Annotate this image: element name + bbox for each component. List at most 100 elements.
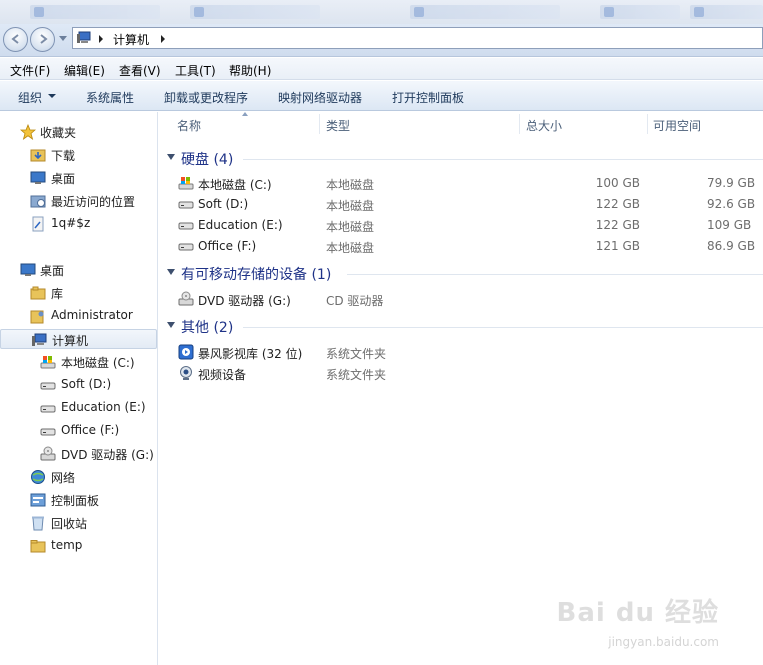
command-bar: 组织 系统属性 卸载或更改程序 映射网络驱动器 打开控制面板 <box>0 81 763 111</box>
chevron-down-icon <box>167 269 175 275</box>
system-drive-icon <box>40 356 56 369</box>
desktop-icon <box>20 263 36 276</box>
nav-link-1q[interactable]: 1q#$z <box>0 214 157 234</box>
group-removable-storage[interactable]: 有可移动存储的设备 (1) <box>159 264 763 284</box>
menu-help[interactable]: 帮助(H) <box>229 62 271 79</box>
column-header-name[interactable]: 名称 <box>177 117 201 134</box>
address-input[interactable]: 计算机 <box>72 27 763 49</box>
group-divider <box>347 274 763 275</box>
nav-network[interactable]: 网络 <box>0 467 157 487</box>
address-bar-row: 计算机 <box>0 24 763 57</box>
column-header-total-size[interactable]: 总大小 <box>526 117 562 134</box>
watermark-url: jingyan.baidu.com <box>608 635 719 649</box>
nav-fav-desktop[interactable]: 桌面 <box>0 168 157 188</box>
recycle-bin-icon <box>32 516 44 531</box>
breadcrumb-chevron-icon[interactable] <box>99 35 103 43</box>
computer-icon <box>77 31 91 43</box>
sort-ascending-icon <box>242 112 248 116</box>
map-network-drive-button[interactable]: 映射网络驱动器 <box>278 89 362 106</box>
media-library-icon <box>178 344 194 360</box>
forward-arrow-icon <box>40 34 48 44</box>
organize-button[interactable]: 组织 <box>18 89 42 106</box>
list-item-video-device[interactable]: 视频设备 系统文件夹 <box>159 363 763 383</box>
drive-row-c[interactable]: 本地磁盘 (C:) 本地磁盘 100 GB 79.9 GB <box>159 173 763 193</box>
navigation-pane: 收藏夹 下载 桌面 最近访问的位置 1q#$z 桌面 库 Administrat… <box>0 112 158 665</box>
drive-row-g[interactable]: DVD 驱动器 (G:) CD 驱动器 <box>159 289 763 309</box>
group-divider <box>243 159 763 160</box>
nav-recycle-bin[interactable]: 回收站 <box>0 513 157 533</box>
nav-computer[interactable]: 计算机 <box>0 329 157 349</box>
nav-administrator[interactable]: Administrator <box>0 306 157 326</box>
library-icon <box>30 286 46 300</box>
group-divider <box>243 327 763 328</box>
control-panel-icon <box>30 493 46 507</box>
group-other[interactable]: 其他 (2) <box>159 317 763 337</box>
nav-temp-folder[interactable]: temp <box>0 536 157 556</box>
computer-icon <box>32 333 47 346</box>
column-resize-handle[interactable] <box>319 114 320 134</box>
breadcrumb-chevron-icon[interactable] <box>161 35 165 43</box>
hard-drive-icon <box>178 243 194 251</box>
group-hard-drives[interactable]: 硬盘 (4) <box>159 149 763 169</box>
baidu-watermark: Bai du 经验 <box>556 598 719 628</box>
open-control-panel-button[interactable]: 打开控制面板 <box>392 89 464 106</box>
chevron-down-icon <box>167 154 175 160</box>
nav-desktop[interactable]: 桌面 <box>0 260 157 280</box>
hard-drive-icon <box>40 428 56 436</box>
column-header-type[interactable]: 类型 <box>326 117 350 134</box>
background-tab <box>410 5 560 19</box>
desktop-icon <box>30 171 46 184</box>
hard-drive-icon <box>40 405 56 413</box>
column-header-free-space[interactable]: 可用空间 <box>653 117 701 134</box>
nav-drive-e[interactable]: Education (E:) <box>0 398 157 418</box>
back-button[interactable] <box>3 27 28 52</box>
nav-drive-f[interactable]: Office (F:) <box>0 421 157 441</box>
nav-libraries[interactable]: 库 <box>0 283 157 303</box>
hard-drive-icon <box>40 382 56 390</box>
background-tab <box>600 5 680 19</box>
menu-bar: 文件(F) 编辑(E) 查看(V) 工具(T) 帮助(H) <box>0 58 763 80</box>
nav-drive-g[interactable]: DVD 驱动器 (G:) <box>0 444 157 464</box>
hard-drive-icon <box>178 201 194 209</box>
background-tab <box>30 5 160 19</box>
nav-control-panel[interactable]: 控制面板 <box>0 490 157 510</box>
drive-row-f[interactable]: Office (F:) 本地磁盘 121 GB 86.9 GB <box>159 236 763 256</box>
menu-tools[interactable]: 工具(T) <box>175 62 216 79</box>
drive-row-d[interactable]: Soft (D:) 本地磁盘 122 GB 92.6 GB <box>159 194 763 214</box>
nav-favorites[interactable]: 收藏夹 <box>0 122 157 142</box>
folder-icon <box>30 540 46 553</box>
menu-edit[interactable]: 编辑(E) <box>64 62 105 79</box>
nav-drive-d[interactable]: Soft (D:) <box>0 375 157 395</box>
dvd-drive-icon <box>40 446 56 461</box>
column-resize-handle[interactable] <box>519 114 520 134</box>
downloads-folder-icon <box>30 149 46 162</box>
chevron-down-icon <box>167 322 175 328</box>
nav-recent-places[interactable]: 最近访问的位置 <box>0 191 157 211</box>
menu-file[interactable]: 文件(F) <box>10 62 50 79</box>
background-tab <box>690 5 763 19</box>
hard-drive-icon <box>178 222 194 230</box>
recent-pages-dropdown[interactable] <box>59 36 67 41</box>
background-tab <box>190 5 320 19</box>
webcam-icon <box>180 366 192 380</box>
column-resize-handle[interactable] <box>647 114 648 134</box>
back-arrow-icon <box>11 34 19 44</box>
menu-view[interactable]: 查看(V) <box>119 62 161 79</box>
user-folder-icon <box>30 310 44 324</box>
nav-drive-c[interactable]: 本地磁盘 (C:) <box>0 352 157 372</box>
drive-row-e[interactable]: Education (E:) 本地磁盘 122 GB 109 GB <box>159 215 763 235</box>
chevron-down-icon <box>48 94 56 98</box>
file-list-pane: 名称 类型 总大小 可用空间 硬盘 (4) 本地磁盘 (C:) 本地磁盘 100… <box>159 112 763 665</box>
system-drive-icon <box>178 177 194 190</box>
star-icon <box>20 124 36 140</box>
forward-button[interactable] <box>30 27 55 52</box>
system-properties-button[interactable]: 系统属性 <box>86 89 134 106</box>
link-icon <box>32 216 44 232</box>
list-item-media-library[interactable]: 暴风影视库 (32 位) 系统文件夹 <box>159 342 763 362</box>
nav-downloads[interactable]: 下载 <box>0 145 157 165</box>
dvd-drive-icon <box>178 291 194 306</box>
network-icon <box>31 470 45 484</box>
uninstall-program-button[interactable]: 卸载或更改程序 <box>164 89 248 106</box>
breadcrumb-computer[interactable]: 计算机 <box>113 31 149 48</box>
recent-places-icon <box>30 195 46 208</box>
